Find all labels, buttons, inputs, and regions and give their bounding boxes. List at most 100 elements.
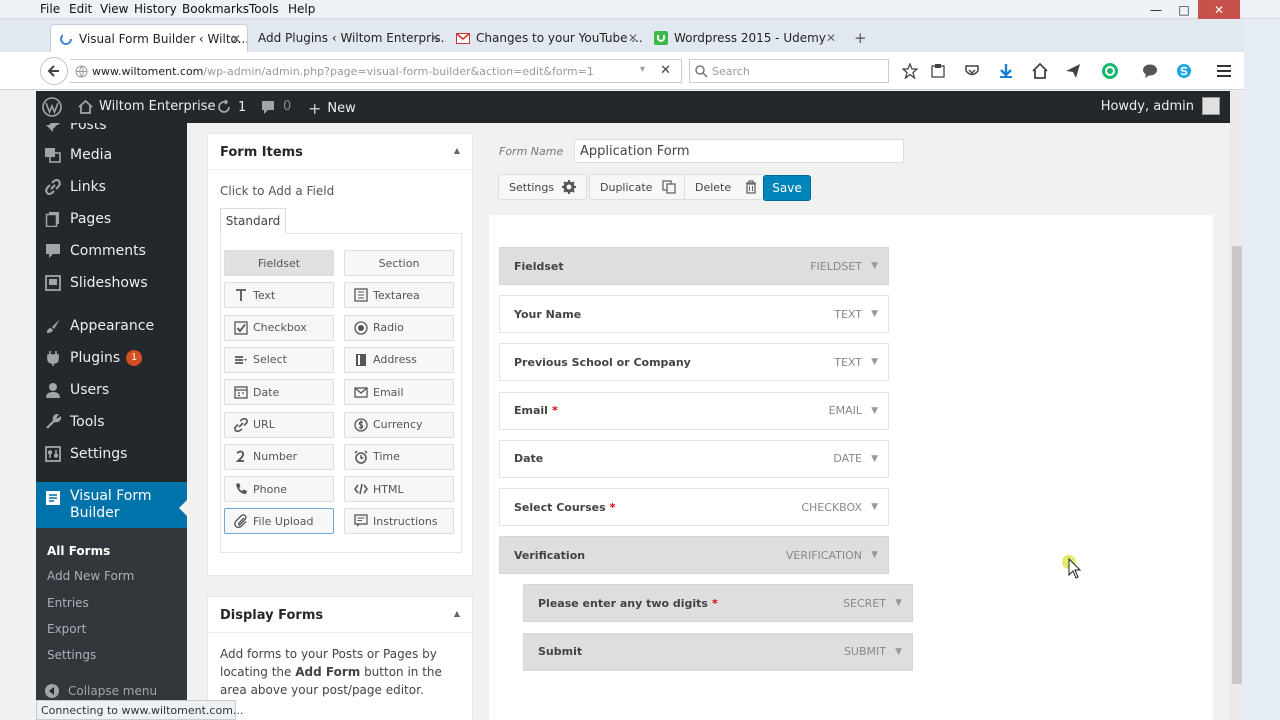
expand-arrow-icon[interactable]: ▼ [871,550,878,560]
close-icon[interactable]: ✕ [231,32,241,46]
form-field-row[interactable]: Fieldset FIELDSET ▼ [499,247,889,285]
close-icon[interactable]: ✕ [628,31,638,45]
maximize-icon[interactable]: □ [1170,0,1198,19]
submenu-settings[interactable]: Settings [47,648,96,662]
close-icon[interactable]: ✕ [430,31,440,45]
collapse-menu-button[interactable]: Collapse menu [44,683,157,699]
scrollbar-thumb[interactable] [1232,246,1242,684]
duplicate-button[interactable]: Duplicate [589,174,688,200]
wordpress-logo-icon[interactable] [42,97,62,117]
url-bar[interactable]: www.wiltoment.com/wp-admin/admin.php?pag… [70,59,682,83]
home-icon[interactable] [1031,62,1049,80]
submenu-add-new-form[interactable]: Add New Form [47,569,134,583]
sidebar-item-slideshows[interactable]: Slideshows [36,267,187,299]
form-field-row[interactable]: Previous School or Company TEXT ▼ [499,343,889,382]
send-icon[interactable] [1064,62,1082,80]
field-button-radio[interactable]: Radio [344,314,454,341]
window-close-icon[interactable]: ✕ [1198,0,1240,19]
expand-arrow-icon[interactable]: ▼ [871,502,878,512]
reading-list-icon[interactable] [929,62,947,80]
skype-icon[interactable] [1175,62,1193,80]
form-field-row[interactable]: Please enter any two digits * SECRET ▼ [523,584,913,623]
tab-youtube[interactable]: Changes to your YouTube ... ✕ [448,24,644,52]
tab-visual-form-builder[interactable]: Visual Form Builder ‹ Wilto... ✕ [50,24,248,52]
field-button-date[interactable]: Date [224,379,334,406]
download-icon[interactable] [997,62,1015,80]
expand-arrow-icon[interactable]: ▼ [895,647,902,657]
form-field-row[interactable]: Select Courses * CHECKBOX ▼ [499,488,889,526]
delete-button[interactable]: Delete [684,174,769,200]
menu-bookmarks[interactable]: Bookmarks [182,2,249,16]
expand-arrow-icon[interactable]: ▼ [895,598,902,608]
expand-arrow-icon[interactable]: ▼ [871,309,878,319]
sidebar-item-pages[interactable]: Pages [36,203,187,235]
menu-history[interactable]: History [134,2,177,16]
settings-button[interactable]: Settings [498,174,588,200]
pocket-icon[interactable] [963,62,981,80]
field-button-number[interactable]: Number [224,443,334,470]
collapse-arrow-icon[interactable]: ▲ [454,146,460,155]
field-button-email[interactable]: Email [344,379,454,406]
dropdown-icon[interactable]: ▾ [640,64,645,75]
expand-arrow-icon[interactable]: ▼ [871,454,878,464]
form-field-row[interactable]: Email * EMAIL ▼ [499,391,889,430]
submenu-export[interactable]: Export [47,622,86,636]
field-button-address[interactable]: Address [344,346,454,373]
field-button-instructions[interactable]: Instructions [344,508,454,535]
form-name-input[interactable]: Application Form [574,139,904,163]
search-input[interactable]: Search [689,59,889,83]
sidebar-item-media[interactable]: Media [36,139,187,171]
sidebar-item-tools[interactable]: Tools [36,406,187,438]
field-button-fieldset[interactable]: Fieldset [224,250,334,276]
field-button-checkbox[interactable]: Checkbox [224,314,334,341]
site-name-link[interactable]: Wiltom Enterprise [78,99,216,114]
sidebar-item-settings[interactable]: Settings [36,438,187,470]
account-menu[interactable]: Howdy, admin [1101,97,1220,115]
submenu-entries[interactable]: Entries [47,596,89,610]
new-tab-button[interactable]: + [846,24,872,52]
field-button-html[interactable]: HTML [344,476,454,503]
menu-edit[interactable]: Edit [69,2,92,16]
form-field-row[interactable]: Your Name TEXT ▼ [499,295,889,334]
sidebar-item-visual-form-builder[interactable]: Visual Form Builder [36,482,187,528]
hamburger-menu-icon[interactable] [1215,62,1233,80]
field-button-section[interactable]: Section [344,250,454,276]
chat-icon[interactable] [1141,62,1159,80]
field-button-select[interactable]: Select [224,346,334,373]
menu-help[interactable]: Help [288,2,315,16]
field-button-text[interactable]: Text [224,282,334,309]
sidebar-item-links[interactable]: Links [36,171,187,203]
field-button-currency[interactable]: Currency [344,411,454,438]
collapse-arrow-icon[interactable]: ▲ [454,609,460,618]
minimize-icon[interactable]: — [1142,0,1170,19]
field-button-url[interactable]: URL [224,411,334,438]
tab-udemy[interactable]: Wordpress 2015 - Udemy ✕ [646,24,842,52]
stop-icon[interactable]: ✕ [660,63,671,78]
field-button-time[interactable]: Time [344,443,454,470]
menu-tools[interactable]: Tools [249,2,279,16]
comments-link[interactable]: 0 [261,99,291,114]
form-field-row[interactable]: Verification VERIFICATION ▼ [499,536,889,575]
submenu-all-forms[interactable]: All Forms [47,544,110,558]
expand-arrow-icon[interactable]: ▼ [871,261,878,271]
field-button-phone[interactable]: Phone [224,476,334,503]
field-button-textarea[interactable]: Textarea [344,282,454,309]
close-icon[interactable]: ✕ [826,31,836,45]
menu-view[interactable]: View [100,2,128,16]
expand-arrow-icon[interactable]: ▼ [871,406,878,416]
page-scrollbar[interactable] [1230,91,1244,720]
tab-standard[interactable]: Standard [220,208,286,234]
save-button[interactable]: Save [763,175,811,201]
sidebar-item-plugins[interactable]: Plugins 1 [36,342,187,374]
grammarly-icon[interactable] [1101,62,1119,80]
sidebar-item-appearance[interactable]: Appearance [36,310,187,342]
field-button-file-upload[interactable]: File Upload [224,508,334,535]
updates-link[interactable]: 1 [216,99,246,115]
tab-add-plugins[interactable]: Add Plugins ‹ Wiltom Enterpris... ✕ [250,24,446,52]
expand-arrow-icon[interactable]: ▼ [871,357,878,367]
bookmark-star-icon[interactable] [901,62,919,80]
sidebar-item-comments[interactable]: Comments [36,235,187,267]
form-field-row[interactable]: Date DATE ▼ [499,439,889,478]
sidebar-item-users[interactable]: Users [36,374,187,406]
menu-file[interactable]: File [40,2,60,16]
